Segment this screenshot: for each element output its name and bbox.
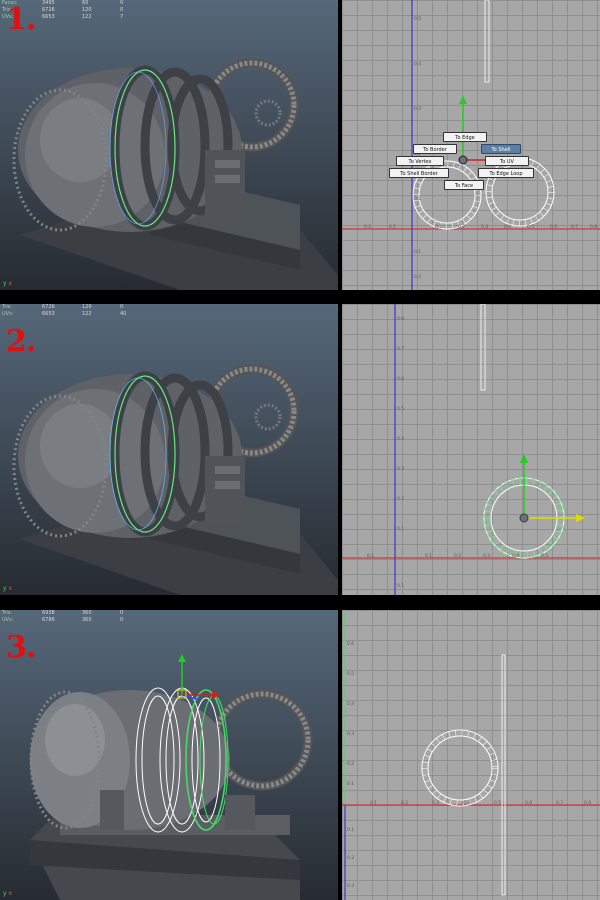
uv-tick-x: 0.5 [527, 225, 535, 230]
uv-tick-x: 0.1 [367, 554, 375, 559]
uv-canvas [342, 610, 600, 900]
step-2-panel: 2. Tris: 6726 120 0 UVs: 6653 122 40 y x… [0, 304, 600, 595]
to-border-menu-item[interactable]: To Border [413, 144, 457, 154]
uv-tick-y: 0.6 [347, 642, 355, 647]
hud-row-tris: Tris: 6938 360 0 [2, 610, 124, 616]
uv-tick-y: 0.6 [397, 377, 405, 382]
to-edge-menu-item[interactable]: To Edge [443, 132, 487, 142]
uv-tick-x: 0.3 [432, 801, 440, 806]
uv-canvas [342, 0, 600, 290]
uv-tick-y: 0.4 [397, 437, 405, 442]
step-3-panel: 3. Tris: 6938 360 0 UVs: 6786 360 0 y x … [0, 610, 600, 900]
hud-row-uvs: UVs: 6786 360 0 [2, 617, 124, 623]
uv-tick-y: 0.5 [347, 672, 355, 677]
uv-tick-x: 0.4 [512, 554, 520, 559]
uv-tick-y: 0.2 [347, 856, 355, 861]
uv-tick-x: 0.6 [525, 801, 533, 806]
uv-texture-editor[interactable]: 0.1 0.1 0.2 0.3 0.4 0.5 0.8 0.7 0.6 0.5 … [342, 304, 600, 595]
to-face-menu-item[interactable]: To Face [444, 180, 484, 190]
uv-tick-x: 0.1 [370, 801, 378, 806]
to-shell-border-menu-item[interactable]: To Shell Border [389, 168, 449, 178]
uv-tick-y: 0.1 [414, 197, 422, 202]
uv-tick-x: 0.2 [454, 554, 462, 559]
uv-tick-y: 0.1 [397, 527, 405, 532]
uv-tick-y: 0.3 [397, 467, 405, 472]
to-edge-loop-menu-item[interactable]: To Edge Loop [478, 168, 534, 178]
uv-tick-x: 0.8 [584, 801, 592, 806]
uv-tick-x: 0.3 [481, 225, 489, 230]
axis-indicator: y x [3, 890, 13, 897]
hud-row-uvs: UVs: 6653 122 40 [2, 311, 127, 317]
engine-model-render [29, 654, 313, 900]
uv-tick-y: 0.4 [414, 62, 422, 67]
uv-tick-x: 0.1 [435, 225, 443, 230]
uv-tick-x: 0.3 [483, 554, 491, 559]
to-uv-menu-item[interactable]: To UV [485, 156, 529, 166]
uv-tick-x: 0.2 [458, 225, 466, 230]
uv-tick-y: 0.2 [414, 275, 422, 280]
uv-tick-y: 0.1 [347, 782, 355, 787]
uv-tick-x: 0.5 [541, 554, 549, 559]
perspective-viewport[interactable]: 1. Faces: 3495 60 0 Tris: 6726 120 0 UVs… [0, 0, 338, 290]
perspective-viewport[interactable]: 3. Tris: 6938 360 0 UVs: 6786 360 0 y x [0, 610, 338, 900]
uv-tick-y: 0.3 [347, 884, 355, 889]
uv-tick-x: 0.6 [550, 225, 558, 230]
step-number: 1. [6, 2, 36, 37]
uv-tick-y: 0.5 [414, 17, 422, 22]
uv-tick-y: 0.3 [347, 732, 355, 737]
engine-model-render [12, 364, 338, 595]
uv-tick-y: 0.2 [347, 762, 355, 767]
axis-indicator: y x [3, 585, 13, 592]
uv-tick-x: 0.2 [401, 801, 409, 806]
uv-tick-x: 0.7 [571, 225, 579, 230]
uv-tick-x: 0.4 [504, 225, 512, 230]
engine-model-render [12, 58, 338, 290]
uv-tick-y: 0.1 [414, 250, 422, 255]
axis-indicator: y x [3, 280, 13, 287]
uv-tick-x: 0.8 [590, 225, 598, 230]
uv-tick-y: 0.8 [397, 317, 405, 322]
uv-tick-y: 0.3 [414, 107, 422, 112]
poly-count-hud: Tris: 6726 120 0 UVs: 6653 122 40 [2, 304, 140, 318]
uv-tick-x: 0.1 [389, 225, 397, 230]
uv-tick-y: 0.1 [397, 584, 405, 589]
uv-tick-y: 0.7 [397, 347, 405, 352]
uv-tick-x: 0.4 [463, 801, 471, 806]
uv-texture-editor[interactable]: 0.1 0.2 0.3 0.4 0.5 0.6 0.7 0.8 0.6 0.5 … [342, 610, 600, 900]
perspective-viewport[interactable]: 2. Tris: 6726 120 0 UVs: 6653 122 40 y x [0, 304, 338, 595]
uv-canvas [342, 304, 600, 595]
step-number: 2. [6, 324, 36, 359]
uv-tick-x: 0.5 [494, 801, 502, 806]
uv-tick-x: 0.1 [425, 554, 433, 559]
uv-tick-y: 0.4 [347, 702, 355, 707]
hud-row-tris: Tris: 6726 120 0 [2, 304, 124, 310]
uv-texture-editor[interactable]: 0.2 0.1 0.1 0.2 0.3 0.4 0.5 0.6 0.7 0.8 … [342, 0, 600, 290]
step-number: 3. [6, 630, 36, 665]
uv-tick-y: 0.1 [347, 828, 355, 833]
uv-tick-x: 0.7 [556, 801, 564, 806]
uv-tick-x: 0.2 [364, 225, 372, 230]
to-vertex-menu-item[interactable]: To Vertex [396, 156, 444, 166]
uv-tick-y: 0.5 [397, 407, 405, 412]
step-1-panel: 1. Faces: 3495 60 0 Tris: 6726 120 0 UVs… [0, 0, 600, 290]
uv-tick-y: 0.2 [397, 497, 405, 502]
poly-count-hud: Tris: 6938 360 0 UVs: 6786 360 0 [2, 610, 140, 624]
to-shell-menu-item[interactable]: To Shell [481, 144, 521, 154]
